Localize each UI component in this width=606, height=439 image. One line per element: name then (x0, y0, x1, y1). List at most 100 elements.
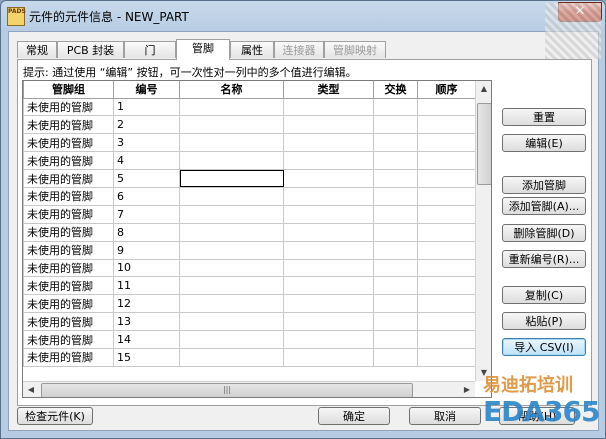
horizontal-scroll-thumb[interactable]: ||| (41, 383, 413, 397)
grid-cell[interactable]: 未使用的管脚 (23, 97, 114, 117)
grid-cell[interactable]: 未使用的管脚 (23, 240, 114, 260)
grid-horizontal-scrollbar[interactable]: ◀ ||| ▶ (23, 381, 475, 397)
renumber-button[interactable]: 重新编号(R)... (502, 250, 586, 268)
table-row[interactable]: 未使用的管脚 2 (23, 115, 476, 135)
grid-cell[interactable] (417, 240, 476, 260)
grid-cell[interactable] (417, 276, 476, 296)
column-header-pin-group[interactable]: 管脚组 (23, 81, 114, 99)
column-header-number[interactable]: 编号 (113, 81, 180, 99)
grid-cell[interactable]: 未使用的管脚 (23, 330, 114, 349)
grid-cell[interactable] (417, 222, 476, 242)
tab-attributes[interactable]: 属性 (230, 41, 274, 58)
tab-gates[interactable]: 门 (124, 41, 176, 58)
table-row[interactable]: 未使用的管脚 4 (23, 151, 476, 171)
edit-button[interactable]: 编辑(E) (502, 134, 586, 152)
column-header-name[interactable]: 名称 (179, 81, 284, 99)
grid-cell[interactable] (373, 347, 418, 367)
grid-cell[interactable]: 10 (113, 258, 180, 278)
table-row[interactable]: 未使用的管脚 9 (23, 240, 476, 260)
grid-cell[interactable] (283, 312, 374, 332)
reset-button[interactable]: 重置 (502, 108, 586, 126)
grid-cell[interactable] (179, 347, 284, 367)
column-header-swap[interactable]: 交换 (373, 81, 418, 99)
grid-cell[interactable]: 未使用的管脚 (23, 347, 114, 367)
grid-cell[interactable]: 3 (113, 133, 180, 153)
grid-cell[interactable] (283, 258, 374, 278)
grid-cell[interactable] (283, 294, 374, 314)
grid-cell[interactable]: 8 (113, 222, 180, 242)
grid-cell[interactable] (179, 294, 284, 314)
grid-cell[interactable] (179, 186, 284, 206)
grid-cell[interactable]: 未使用的管脚 (23, 151, 114, 171)
import-csv-button[interactable]: 导入 CSV(I) (502, 338, 586, 356)
grid-cell[interactable] (373, 240, 418, 260)
grid-cell[interactable] (373, 151, 418, 171)
scroll-up-arrow-icon[interactable]: ▲ (476, 81, 491, 97)
grid-cell[interactable] (179, 97, 284, 117)
grid-cell[interactable]: 未使用的管脚 (23, 294, 114, 314)
grid-cell[interactable]: 7 (113, 204, 180, 224)
grid-cell[interactable] (373, 258, 418, 278)
grid-cell[interactable] (417, 186, 476, 206)
grid-cell[interactable] (283, 97, 374, 117)
grid-cell[interactable]: 4 (113, 151, 180, 171)
add-pin-button[interactable]: 添加管脚 (502, 176, 586, 194)
grid-cell[interactable]: 9 (113, 240, 180, 260)
grid-cell[interactable] (417, 347, 476, 367)
table-row[interactable]: 未使用的管脚 12 (23, 294, 476, 314)
grid-cell[interactable]: 12 (113, 294, 180, 314)
grid-cell[interactable] (179, 204, 284, 224)
table-row[interactable]: 未使用的管脚 13 (23, 312, 476, 332)
grid-cell[interactable] (373, 115, 418, 135)
add-pins-button[interactable]: 添加管脚(A)... (502, 197, 586, 215)
table-row[interactable]: 未使用的管脚 1 (23, 97, 476, 117)
tab-pins[interactable]: 管脚 (176, 39, 230, 60)
grid-cell[interactable]: 2 (113, 115, 180, 135)
table-row[interactable]: 未使用的管脚 3 (23, 133, 476, 153)
grid-cell[interactable] (283, 133, 374, 153)
grid-cell[interactable] (417, 294, 476, 314)
column-header-sequence[interactable]: 顺序 (417, 81, 476, 99)
scroll-left-arrow-icon[interactable]: ◀ (23, 382, 39, 397)
grid-cell[interactable]: 未使用的管脚 (23, 204, 114, 224)
grid-cell[interactable] (179, 169, 284, 188)
grid-cell[interactable] (373, 294, 418, 314)
grid-cell[interactable] (283, 186, 374, 206)
check-part-button[interactable]: 检查元件(K) (17, 407, 93, 425)
grid-cell[interactable] (179, 151, 284, 171)
grid-cell[interactable] (179, 276, 284, 296)
column-header-type[interactable]: 类型 (283, 81, 374, 99)
grid-cell[interactable] (179, 312, 284, 332)
grid-cell[interactable] (179, 330, 284, 349)
grid-cell[interactable]: 6 (113, 186, 180, 206)
grid-cell[interactable]: 未使用的管脚 (23, 133, 114, 153)
grid-cell[interactable] (417, 151, 476, 171)
grid-cell[interactable] (417, 204, 476, 224)
vertical-scroll-thumb[interactable] (477, 103, 491, 185)
title-bar[interactable]: PADS 元件的元件信息 - NEW_PART ✕ (1, 1, 605, 31)
grid-cell[interactable]: 未使用的管脚 (23, 222, 114, 242)
grid-cell[interactable] (373, 204, 418, 224)
grid-cell[interactable] (283, 204, 374, 224)
table-row[interactable]: 未使用的管脚 15 (23, 347, 476, 367)
grid-cell[interactable] (179, 222, 284, 242)
grid-cell[interactable] (417, 169, 476, 188)
grid-vertical-scrollbar[interactable]: ▲ ▼ (475, 81, 491, 381)
grid-cell[interactable] (373, 222, 418, 242)
grid-cell[interactable] (283, 115, 374, 135)
grid-cell[interactable] (283, 151, 374, 171)
grid-cell[interactable] (417, 330, 476, 349)
grid-cell[interactable] (373, 186, 418, 206)
grid-cell[interactable] (373, 169, 418, 188)
grid-cell[interactable] (283, 240, 374, 260)
grid-cell[interactable]: 11 (113, 276, 180, 296)
grid-cell[interactable]: 未使用的管脚 (23, 169, 114, 188)
grid-cell[interactable]: 未使用的管脚 (23, 115, 114, 135)
paste-button[interactable]: 粘贴(P) (502, 312, 586, 330)
grid-cell[interactable] (417, 97, 476, 117)
grid-cell[interactable]: 未使用的管脚 (23, 312, 114, 332)
grid-cell[interactable] (417, 133, 476, 153)
grid-cell[interactable] (179, 258, 284, 278)
cancel-button[interactable]: 取消 (409, 407, 481, 425)
grid-cell[interactable]: 15 (113, 347, 180, 367)
